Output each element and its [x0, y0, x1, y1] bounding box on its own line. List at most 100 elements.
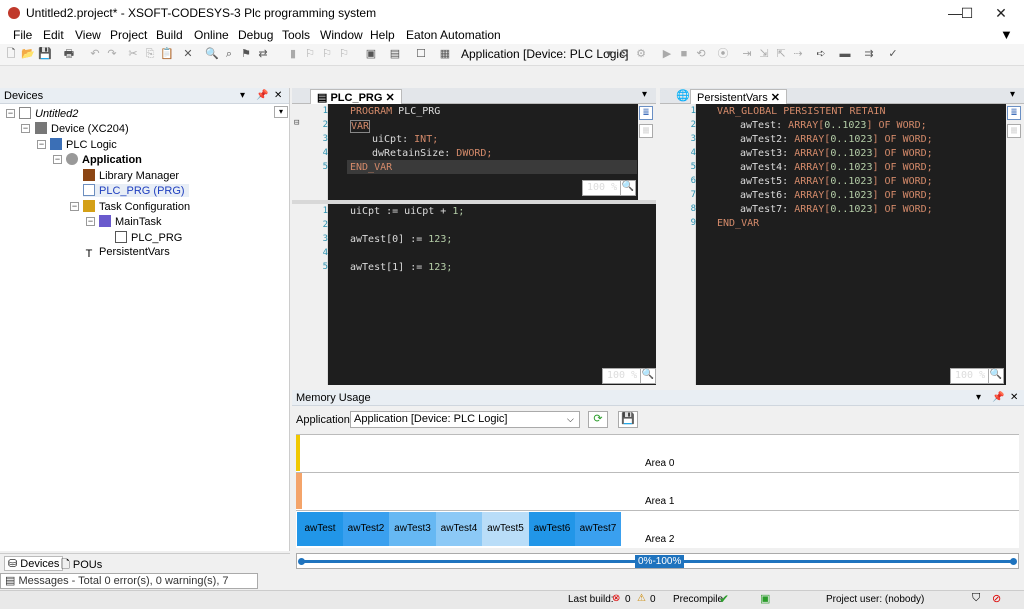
text-view-icon[interactable]: ≣: [639, 106, 653, 120]
close-tab-icon[interactable]: ✕: [385, 92, 394, 104]
filter-icon[interactable]: ▼: [1000, 27, 1013, 42]
open-folder-icon[interactable]: 📂: [21, 47, 35, 61]
menu-debug[interactable]: Debug: [238, 28, 273, 42]
delete-icon[interactable]: ✕: [181, 47, 195, 61]
step-over-icon[interactable]: ⇥: [740, 47, 754, 61]
tree-item-persistentvars[interactable]: T PersistentVars: [83, 246, 170, 260]
declaration-editor[interactable]: ⊟ 1 2 3 4 5 PROGRAM PLC_PRG VAR uiCpt: I…: [292, 104, 656, 200]
memory-block[interactable]: awTest2: [343, 512, 389, 546]
memory-block[interactable]: awTest: [297, 512, 343, 546]
tree-item-task-configuration[interactable]: Task Configuration: [83, 200, 190, 213]
save-icon[interactable]: 💾: [38, 47, 52, 61]
zoom-level-declaration[interactable]: 100 %: [582, 180, 623, 196]
memory-block[interactable]: awTest7: [575, 512, 621, 546]
tree-item-plc-logic[interactable]: PLC Logic: [50, 138, 117, 151]
check-icon[interactable]: ✓: [886, 47, 900, 61]
menu-view[interactable]: View: [75, 28, 101, 42]
table-view-icon[interactable]: ▦: [1007, 124, 1021, 138]
menu-help[interactable]: Help: [370, 28, 395, 42]
memory-block[interactable]: awTest4: [436, 512, 482, 546]
no-device-icon[interactable]: ⊘: [992, 592, 1001, 605]
range-slider[interactable]: 0%-100%: [296, 553, 1019, 569]
memory-block[interactable]: awTest6: [529, 512, 575, 546]
pin-icon[interactable]: 📌: [992, 390, 1004, 406]
device-connection-icon[interactable]: ▣: [760, 592, 770, 605]
stop-icon[interactable]: ■: [677, 47, 691, 61]
display-mode-icon[interactable]: ⇉: [862, 47, 876, 61]
write-values-icon[interactable]: ▬: [838, 47, 852, 61]
tree-item-maintask[interactable]: MainTask: [99, 215, 161, 228]
zoom-icon[interactable]: 🔍: [988, 368, 1004, 384]
shield-icon[interactable]: ⛉: [972, 592, 980, 605]
menu-edit[interactable]: Edit: [43, 28, 64, 42]
zoom-level[interactable]: 100 %: [950, 368, 991, 384]
tab-devices[interactable]: ⛁ Devices: [4, 556, 64, 571]
panel-close-icon[interactable]: ✕: [1010, 390, 1018, 406]
tree-toggle[interactable]: −: [70, 202, 79, 211]
grid-icon[interactable]: ▦: [438, 47, 452, 61]
close-tab-icon[interactable]: ✕: [771, 92, 780, 104]
menu-eaton-automation[interactable]: Eaton Automation: [406, 28, 501, 42]
tab-list-icon[interactable]: ▾: [642, 89, 647, 100]
implementation-editor[interactable]: 1 2 3 4 5 uiCpt := uiCpt + 1; awTest[0] …: [292, 204, 656, 385]
bookmark-clear-icon[interactable]: ⚐: [337, 47, 351, 61]
fold-icon[interactable]: ⊟: [294, 118, 299, 128]
bookmark-toggle-icon[interactable]: ▮: [286, 47, 300, 61]
menu-tools[interactable]: Tools: [282, 28, 310, 42]
messages-tab[interactable]: ▤ Messages - Total 0 error(s), 0 warning…: [0, 573, 258, 601]
tree-item-project[interactable]: Untitled2: [19, 107, 78, 120]
device-icon[interactable]: ▣: [364, 47, 378, 61]
pin-icon[interactable]: 📌: [256, 88, 268, 104]
tree-item-device[interactable]: Device (XC204): [35, 122, 129, 135]
force-values-icon[interactable]: ➪: [814, 47, 828, 61]
login-icon[interactable]: ⚙: [617, 47, 631, 61]
find-icon[interactable]: 🔍: [205, 47, 219, 61]
bookmark-icon[interactable]: ⚑: [239, 47, 253, 61]
reset-icon[interactable]: ⟲: [694, 47, 708, 61]
zoom-level-implementation[interactable]: 100 %: [602, 368, 643, 384]
menu-project[interactable]: Project: [110, 28, 147, 42]
tree-item-library-manager[interactable]: Library Manager: [83, 169, 179, 182]
find-replace-icon[interactable]: ⌕: [222, 47, 236, 61]
refresh-button[interactable]: ⟳: [588, 411, 608, 428]
paste-icon[interactable]: 📋: [160, 47, 174, 61]
tab-plc-prg[interactable]: ▤ PLC_PRG ✕: [310, 89, 402, 104]
tree-item-plc-prg-call[interactable]: PLC_PRG: [115, 231, 182, 244]
dropdown-arrow-icon[interactable]: ▾: [602, 47, 616, 61]
bookmark-next-icon[interactable]: ⚐: [303, 47, 317, 61]
tree-scroll-dropdown[interactable]: ▾: [274, 106, 288, 118]
close-button[interactable]: ✕: [978, 0, 1024, 26]
step-into-icon[interactable]: ⇲: [757, 47, 771, 61]
tree-toggle[interactable]: −: [86, 217, 95, 226]
table-view-icon[interactable]: ▦: [639, 124, 653, 138]
tree-item-plc-prg[interactable]: PLC_PRG (PRG): [83, 184, 189, 197]
properties-icon[interactable]: ☐: [414, 47, 428, 61]
replace-icon[interactable]: ⇄: [256, 47, 270, 61]
breakpoint-icon[interactable]: ⦿: [716, 47, 730, 61]
tab-persistentvars[interactable]: PersistentVars ✕: [690, 89, 787, 104]
undo-icon[interactable]: ↶: [88, 47, 102, 61]
tab-list-icon[interactable]: ▾: [1010, 89, 1015, 100]
tree-toggle[interactable]: −: [6, 109, 15, 118]
menu-build[interactable]: Build: [156, 28, 183, 42]
start-icon[interactable]: ▶: [660, 47, 674, 61]
step-out-icon[interactable]: ⇱: [774, 47, 788, 61]
zoom-icon[interactable]: 🔍: [620, 180, 636, 196]
panel-menu-icon[interactable]: ▾: [240, 88, 245, 104]
memory-block[interactable]: awTest3: [389, 512, 436, 546]
panel-menu-icon[interactable]: ▾: [976, 390, 981, 406]
add-object-icon[interactable]: ▤: [388, 47, 402, 61]
print-icon[interactable]: 🖶: [62, 47, 76, 61]
panel-close-icon[interactable]: ✕: [274, 88, 282, 104]
tree-toggle[interactable]: −: [21, 124, 30, 133]
global-vars-editor[interactable]: 1 2 3 4 5 6 7 8 9 VAR_GLOBAL PERSISTENT …: [660, 104, 1024, 385]
copy-icon[interactable]: ⎘: [143, 47, 157, 61]
run-to-cursor-icon[interactable]: ⇢: [791, 47, 805, 61]
tree-toggle[interactable]: −: [37, 140, 46, 149]
redo-icon[interactable]: ↷: [105, 47, 119, 61]
range-handle-start[interactable]: [298, 558, 305, 565]
cut-icon[interactable]: ✂: [126, 47, 140, 61]
new-file-icon[interactable]: 🗋: [4, 47, 18, 61]
tree-item-application[interactable]: Application: [66, 153, 142, 166]
zoom-icon[interactable]: 🔍: [640, 368, 656, 384]
